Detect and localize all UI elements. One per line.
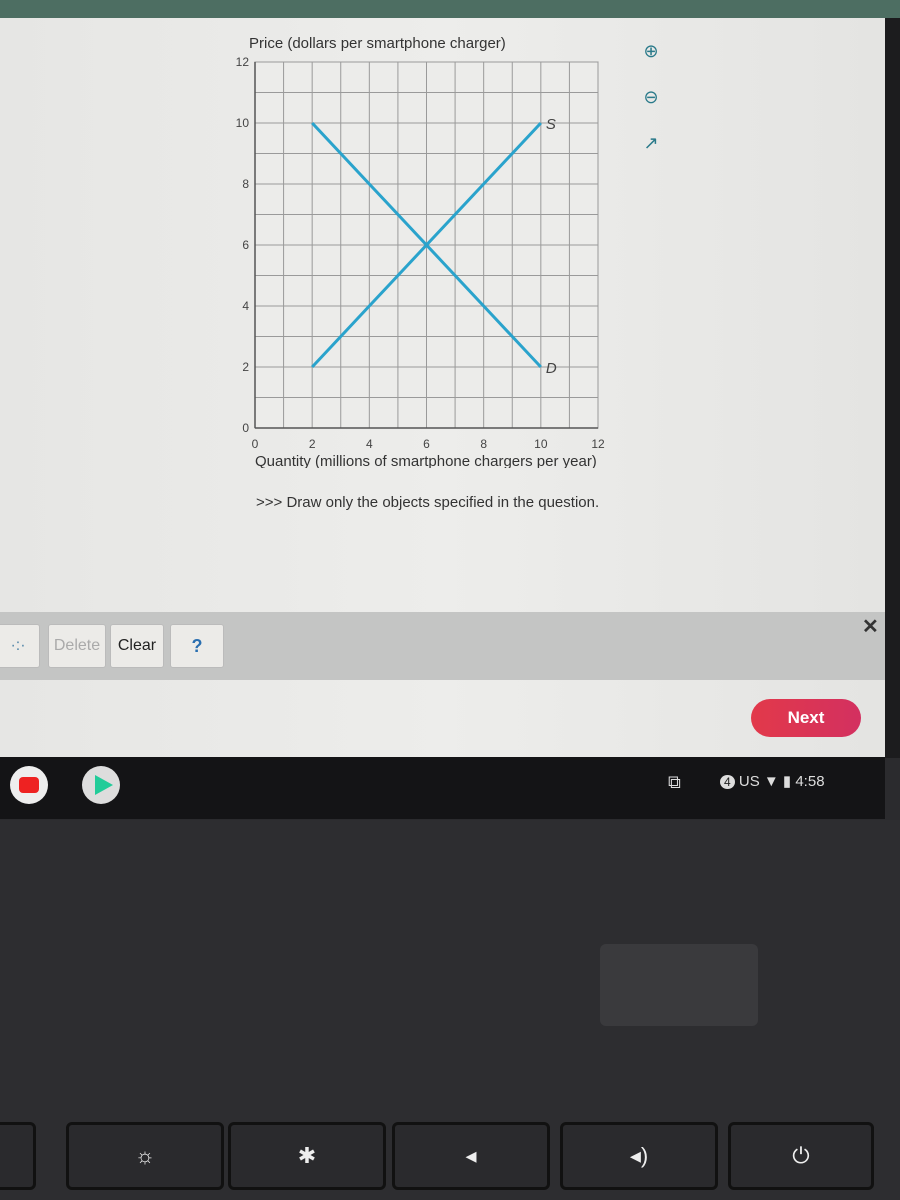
y-tick-label: 10 [236, 116, 250, 130]
x-tick-label: 8 [480, 437, 487, 451]
x-tick-label: 12 [591, 437, 605, 451]
brightness-up-key-icon: ✱ [228, 1122, 386, 1190]
battery-icon: ▮ [782, 773, 792, 790]
instruction-text: >>> Draw only the objects specified in t… [256, 494, 600, 511]
y-tick-label: 12 [236, 55, 250, 69]
y-tick-label: 0 [242, 421, 249, 435]
y-axis-label: Price (dollars per smartphone charger) [249, 35, 506, 52]
keyboard-layout: US [738, 773, 760, 790]
power-key-icon: ⏻ [728, 1122, 874, 1190]
play-store-app-icon[interactable] [82, 766, 120, 804]
bezel [885, 18, 900, 758]
delete-button[interactable]: Delete [48, 624, 106, 668]
close-toolbar-button[interactable]: ✕ [862, 614, 879, 639]
x-tick-label: 4 [366, 437, 373, 451]
clear-button[interactable]: Clear [110, 624, 164, 668]
x-tick-label: 0 [252, 437, 259, 451]
curve-label-d: D [546, 360, 557, 377]
supply-demand-chart[interactable]: 0 2 4 6 8 10 12 0 2 4 6 8 10 12 Price (dollars per sma… [200, 28, 620, 468]
y-tick-label: 8 [242, 177, 249, 191]
browser-top-strip [0, 0, 900, 18]
status-area[interactable]: 4 US ▼ ▮ 4:58 [720, 772, 825, 790]
y-tick-label: 4 [242, 299, 249, 313]
curve-label-s: S [546, 116, 556, 133]
youtube-app-icon[interactable] [10, 766, 48, 804]
y-tick-label: 2 [242, 360, 249, 374]
next-button[interactable]: Next [751, 699, 861, 737]
zoom-in-icon[interactable]: ⊕ [640, 40, 662, 62]
key [0, 1122, 36, 1190]
x-tick-label: 10 [534, 437, 548, 451]
volume-down-key-icon: ◂ [392, 1122, 550, 1190]
volume-up-key-icon: ◂) [560, 1122, 718, 1190]
notification-count: 4 [720, 775, 735, 789]
help-button[interactable]: ? [170, 624, 224, 668]
wifi-icon: ▼ [763, 773, 779, 790]
holding-space-icon[interactable]: ⧉ [668, 772, 681, 793]
brightness-key-icon: ☼ [66, 1122, 224, 1190]
point-tool-button[interactable]: ·:· [0, 624, 40, 668]
external-link-icon[interactable]: ↗ [640, 132, 662, 154]
graph-side-tools: ⊕ ⊖ ↗ [640, 40, 670, 178]
clock: 4:58 [795, 773, 825, 790]
x-tick-label: 2 [309, 437, 316, 451]
zoom-out-icon[interactable]: ⊖ [640, 86, 662, 108]
x-tick-label: 6 [423, 437, 430, 451]
laptop-hinge [600, 944, 758, 1026]
y-tick-label: 6 [242, 238, 249, 252]
x-axis-label: Quantity (millions of smartphone charger… [255, 453, 597, 468]
